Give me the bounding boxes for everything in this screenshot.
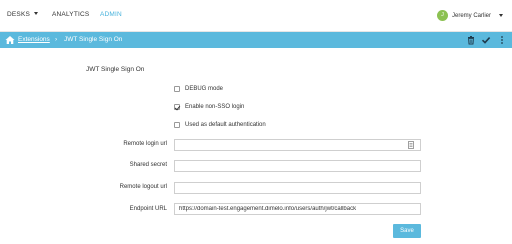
nav-desks[interactable]: DESKS <box>7 11 30 18</box>
check-icon[interactable] <box>481 35 491 45</box>
save-button[interactable]: Save <box>393 224 421 238</box>
user-name[interactable]: Jeremy Carlier <box>452 13 491 19</box>
nav-admin[interactable]: ADMIN <box>100 11 122 18</box>
more-vertical-icon[interactable] <box>497 35 507 45</box>
remote-login-url-input[interactable] <box>174 139 421 151</box>
enable-non-sso-login-checkbox[interactable] <box>174 104 180 110</box>
nav-analytics[interactable]: ANALYTICS <box>52 11 89 18</box>
desks-chevron-down-icon[interactable] <box>34 12 38 15</box>
shared-secret-input[interactable] <box>174 160 421 172</box>
trash-icon[interactable] <box>466 35 476 45</box>
default-authentication-label: Used as default authentication <box>185 122 266 128</box>
list-icon[interactable] <box>408 141 414 149</box>
breadcrumb-separator: › <box>55 36 58 43</box>
endpoint-url-label: Endpoint URL <box>129 206 167 212</box>
avatar[interactable]: J <box>437 10 448 21</box>
shared-secret-label: Shared secret <box>129 162 167 168</box>
remote-login-url-label: Remote login url <box>123 141 167 147</box>
default-authentication-checkbox[interactable] <box>174 122 180 128</box>
page-title: JWT Single Sign On <box>64 36 123 43</box>
breadcrumb-extensions-link[interactable]: Extensions <box>18 36 50 43</box>
endpoint-url-input[interactable] <box>174 203 421 215</box>
home-icon[interactable] <box>5 35 15 45</box>
remote-logout-url-label: Remote logout url <box>119 184 167 190</box>
debug-mode-checkbox[interactable] <box>174 86 180 92</box>
top-navigation: DESKS ANALYTICS ADMIN J Jeremy Carlier <box>0 0 512 32</box>
enable-non-sso-login-label: Enable non-SSO login <box>185 104 245 110</box>
breadcrumb: Extensions › JWT Single Sign On <box>0 32 512 48</box>
user-menu-chevron-down-icon[interactable] <box>499 14 503 17</box>
remote-logout-url-input[interactable] <box>174 182 421 194</box>
form-title: JWT Single Sign On <box>86 66 145 73</box>
debug-mode-label: DEBUG mode <box>185 86 224 92</box>
